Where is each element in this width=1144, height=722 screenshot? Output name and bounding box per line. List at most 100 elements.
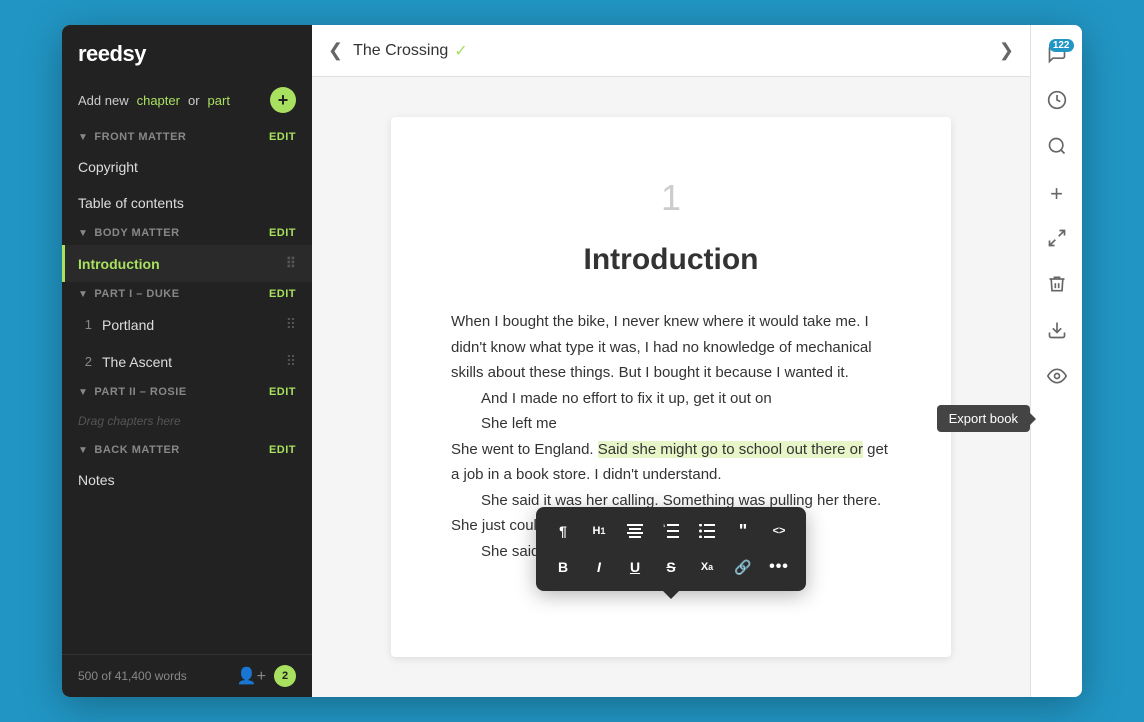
introduction-label: Introduction bbox=[78, 256, 160, 272]
strikethrough-btn[interactable]: S bbox=[654, 551, 688, 583]
chapter-title-bar: The Crossing ✓ bbox=[353, 41, 468, 61]
sidebar-item-toc[interactable]: Table of contents bbox=[62, 185, 312, 221]
editor-container[interactable]: 1 Introduction When I bought the bike, I… bbox=[312, 77, 1030, 697]
paragraph-1: When I bought the bike, I never knew whe… bbox=[451, 309, 891, 386]
toc-label: Table of contents bbox=[78, 195, 184, 211]
add-collaborator-icon[interactable]: 👤+ bbox=[237, 666, 266, 686]
drag-handle-portland: ⠿ bbox=[286, 316, 296, 333]
add-new-row: Add new chapter or part + bbox=[62, 79, 312, 125]
front-matter-edit[interactable]: EDIT bbox=[269, 131, 296, 143]
copyright-label: Copyright bbox=[78, 159, 138, 175]
part1-edit[interactable]: EDIT bbox=[269, 288, 296, 300]
delete-button[interactable] bbox=[1038, 267, 1076, 305]
link-btn[interactable]: 🔗 bbox=[726, 551, 760, 583]
part2-label: PART II – Rosie bbox=[94, 386, 186, 398]
chapter-name: The Crossing bbox=[353, 42, 448, 60]
sidebar-item-notes[interactable]: Notes bbox=[62, 462, 312, 498]
code-btn[interactable]: <> bbox=[762, 515, 796, 547]
check-icon: ✓ bbox=[454, 41, 467, 61]
part-link[interactable]: part bbox=[208, 93, 230, 108]
item2-label: The Ascent bbox=[102, 354, 172, 370]
svg-text:1: 1 bbox=[663, 524, 666, 528]
back-matter-edit[interactable]: EDIT bbox=[269, 444, 296, 456]
sidebar-item-portland[interactable]: 1 Portland ⠿ bbox=[62, 306, 312, 343]
download-icon bbox=[1047, 320, 1067, 345]
chevron-down-icon-back: ▼ bbox=[78, 445, 88, 456]
main-area: ❮ The Crossing ✓ ❯ 1 Introduction When I… bbox=[312, 25, 1030, 697]
add-element-button[interactable]: + bbox=[1038, 175, 1076, 213]
next-button[interactable]: ❯ bbox=[999, 40, 1014, 61]
share-icon bbox=[1047, 228, 1067, 253]
sidebar-footer: 500 of 41,400 words 👤+ 2 bbox=[62, 654, 312, 697]
chevron-down-icon-part1: ▼ bbox=[78, 289, 88, 300]
item1-num: 1 bbox=[78, 317, 92, 332]
comments-button[interactable]: 122 bbox=[1038, 37, 1076, 75]
export-button[interactable] bbox=[1038, 313, 1076, 351]
body-matter-label: BODY MATTER bbox=[94, 227, 179, 239]
align-btn[interactable] bbox=[618, 515, 652, 547]
eye-icon bbox=[1047, 366, 1067, 391]
item2-num: 2 bbox=[78, 354, 92, 369]
back-button[interactable]: ❮ bbox=[328, 40, 343, 61]
history-button[interactable] bbox=[1038, 83, 1076, 121]
chevron-down-icon-body: ▼ bbox=[78, 228, 88, 239]
search-icon bbox=[1047, 136, 1067, 161]
italic-btn[interactable]: I bbox=[582, 551, 616, 583]
add-button[interactable]: + bbox=[270, 87, 296, 113]
unordered-list-btn[interactable] bbox=[690, 515, 724, 547]
plus-icon: + bbox=[1050, 181, 1063, 207]
more-btn[interactable]: ••• bbox=[762, 551, 796, 583]
drag-handle-ascent: ⠿ bbox=[286, 353, 296, 370]
underline-btn[interactable]: U bbox=[618, 551, 652, 583]
quote-btn[interactable]: " bbox=[726, 515, 760, 547]
toolbar-row-2: B I U S Xa 🔗 ••• bbox=[546, 551, 796, 583]
toolbar-row-1: ¶ H1 1 " <> bbox=[546, 515, 796, 547]
search-button[interactable] bbox=[1038, 129, 1076, 167]
paragraph-4-highlight: Said she might go to school out there or bbox=[598, 441, 863, 458]
comment-badge: 122 bbox=[1049, 39, 1074, 52]
part2-header: ▼ PART II – Rosie EDIT bbox=[62, 380, 312, 404]
bold-btn[interactable]: B bbox=[546, 551, 580, 583]
body-matter-header: ▼ BODY MATTER EDIT bbox=[62, 221, 312, 245]
format-toolbar: ¶ H1 1 " <> bbox=[536, 507, 806, 591]
paragraph-4: She went to England. Said she might go t… bbox=[451, 437, 891, 488]
front-matter-header: ▼ FRONT MATTER EDIT bbox=[62, 125, 312, 149]
add-new-label: Add new bbox=[78, 93, 129, 108]
app-logo: reedsy bbox=[62, 25, 312, 79]
footer-icons: 👤+ 2 bbox=[237, 665, 296, 687]
superscript-btn[interactable]: Xa bbox=[690, 551, 724, 583]
topbar: ❮ The Crossing ✓ ❯ bbox=[312, 25, 1030, 77]
paragraph-2: And I made no effort to fix it up, get i… bbox=[451, 386, 891, 412]
ordered-list-btn[interactable]: 1 bbox=[654, 515, 688, 547]
sidebar: reedsy Add new chapter or part + ▼ FRONT… bbox=[62, 25, 312, 697]
drag-hint: Drag chapters here bbox=[62, 404, 312, 438]
sidebar-item-the-ascent[interactable]: 2 The Ascent ⠿ bbox=[62, 343, 312, 380]
trash-icon bbox=[1047, 274, 1067, 299]
notification-badge[interactable]: 2 bbox=[274, 665, 296, 687]
front-matter-label: FRONT MATTER bbox=[94, 131, 186, 143]
chapter-heading: Introduction bbox=[451, 243, 891, 277]
h1-btn[interactable]: H1 bbox=[582, 515, 616, 547]
drag-handle-introduction: ⠿ bbox=[286, 255, 296, 272]
part2-edit[interactable]: EDIT bbox=[269, 386, 296, 398]
chevron-down-icon: ▼ bbox=[78, 132, 88, 143]
page-number: 1 bbox=[451, 177, 891, 219]
sidebar-item-introduction[interactable]: Introduction ⠿ bbox=[62, 245, 312, 282]
editor-page[interactable]: 1 Introduction When I bought the bike, I… bbox=[391, 117, 951, 657]
or-separator: or bbox=[188, 93, 200, 108]
body-matter-edit[interactable]: EDIT bbox=[269, 227, 296, 239]
paragraph-format-btn[interactable]: ¶ bbox=[546, 515, 580, 547]
chapter-link[interactable]: chapter bbox=[137, 93, 180, 108]
paragraph-3: She left me bbox=[451, 411, 891, 437]
sidebar-item-copyright[interactable]: Copyright bbox=[62, 149, 312, 185]
back-matter-header: ▼ BACK MATTER EDIT bbox=[62, 438, 312, 462]
preview-button[interactable] bbox=[1038, 359, 1076, 397]
back-matter-label: BACK MATTER bbox=[94, 444, 179, 456]
chevron-down-icon-part2: ▼ bbox=[78, 387, 88, 398]
word-count: 500 of 41,400 words bbox=[78, 669, 237, 683]
history-icon bbox=[1047, 90, 1067, 115]
paragraph-4-pre: She went to England. bbox=[451, 441, 594, 458]
notes-label: Notes bbox=[78, 472, 115, 488]
item1-label: Portland bbox=[102, 317, 154, 333]
share-button[interactable] bbox=[1038, 221, 1076, 259]
